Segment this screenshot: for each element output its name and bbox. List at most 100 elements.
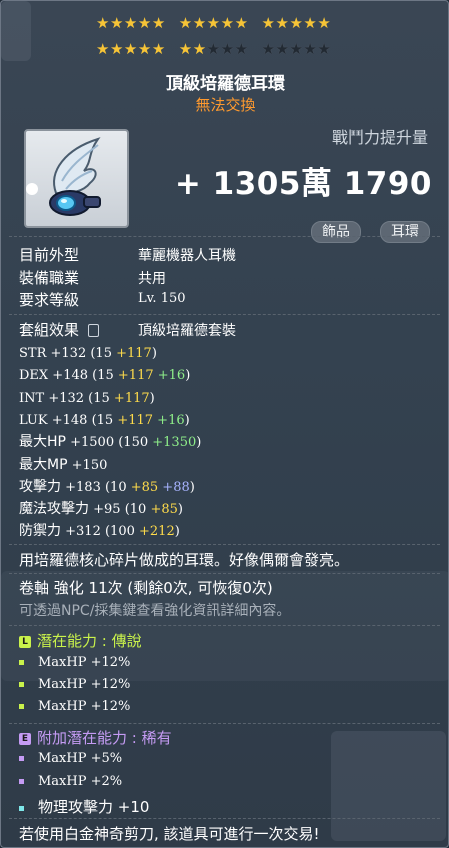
stat-total: +1500 bbox=[65, 435, 119, 451]
item-description: 用培羅德核心碎片做成的耳環。好像偶爾會發亮。 bbox=[19, 551, 350, 569]
stat-close: ) bbox=[196, 435, 202, 451]
bullet-icon bbox=[19, 682, 24, 687]
star-filled-icon: ★ bbox=[137, 40, 152, 58]
set-effect-value: 頂級培羅德套裝 bbox=[138, 323, 236, 339]
info-label-job: 裝備職業 bbox=[19, 269, 80, 287]
star-empty-icon: ★ bbox=[289, 40, 304, 58]
star-empty-icon: ★ bbox=[303, 40, 318, 58]
star-group: ★★★★★ bbox=[262, 41, 332, 57]
star-empty-icon: ★ bbox=[234, 40, 249, 58]
bullet-icon bbox=[19, 660, 24, 665]
stat-bonus-scroll: +85 bbox=[130, 479, 159, 495]
stat-name: 最大MP bbox=[19, 456, 68, 473]
stat-close: ) bbox=[185, 368, 191, 384]
stat-total: +132 bbox=[46, 346, 91, 361]
potential-header: L 潛在能力 : 傳說 bbox=[19, 630, 142, 651]
potential-line: MaxHP +2% bbox=[19, 774, 122, 789]
stat-row: 最大MP +150 bbox=[19, 456, 107, 475]
star-filled-icon: ★ bbox=[123, 14, 138, 32]
star-filled-icon: ★ bbox=[303, 14, 318, 32]
star-filled-icon: ★ bbox=[289, 14, 304, 32]
stat-row: 防禦力 +312 (100 +212) bbox=[19, 522, 180, 541]
potential-line: MaxHP +12% bbox=[19, 699, 130, 714]
stat-bonus-scroll: +117 bbox=[117, 368, 154, 384]
star-filled-icon: ★ bbox=[234, 14, 249, 32]
stat-total: +312 bbox=[61, 524, 105, 540]
star-force-row-1: ★★★★★ ★★★★★ ★★★★★ bbox=[96, 15, 344, 31]
divider bbox=[9, 314, 440, 315]
stat-total: +132 bbox=[44, 390, 89, 406]
bullet-icon bbox=[19, 704, 24, 709]
stat-row: INT +132 (15 +117) bbox=[19, 389, 155, 408]
stat-row: DEX +148 (15 +117 +16) bbox=[19, 366, 190, 385]
star-empty-icon: ★ bbox=[220, 40, 235, 58]
stat-name: DEX bbox=[19, 368, 49, 384]
stat-base: (15 bbox=[92, 368, 118, 384]
divider bbox=[9, 544, 440, 545]
stat-bonus-scroll: +212 bbox=[139, 524, 175, 540]
stat-bonus-flame: +1350 bbox=[152, 435, 197, 451]
star-filled-icon: ★ bbox=[192, 40, 207, 58]
star-group: ★★★★★ bbox=[262, 15, 332, 31]
stat-name: 攻擊力 bbox=[19, 478, 61, 495]
star-filled-icon: ★ bbox=[178, 40, 193, 58]
star-filled-icon: ★ bbox=[317, 14, 332, 32]
star-filled-icon: ★ bbox=[109, 14, 124, 32]
divider bbox=[9, 236, 440, 237]
item-icon-frame bbox=[24, 129, 129, 228]
divider bbox=[9, 723, 440, 724]
stat-base: (15 bbox=[91, 412, 118, 428]
stat-close: ) bbox=[184, 412, 190, 428]
potential-line: 物理攻擊力 +10 bbox=[19, 796, 149, 817]
star-group: ★★★★★ bbox=[179, 41, 249, 57]
star-filled-icon: ★ bbox=[96, 14, 110, 32]
power-increase-value: + 1305萬 1790 bbox=[174, 166, 432, 202]
star-empty-icon: ★ bbox=[317, 40, 332, 58]
star-filled-icon: ★ bbox=[220, 14, 235, 32]
info-label-level: 要求等級 bbox=[19, 291, 80, 309]
star-filled-icon: ★ bbox=[178, 14, 193, 32]
stat-row: 魔法攻擊力 +95 (10 +85) bbox=[19, 500, 183, 519]
star-filled-icon: ★ bbox=[151, 14, 166, 32]
stat-name: 魔法攻擊力 bbox=[19, 501, 89, 518]
info-value-level: Lv. 150 bbox=[138, 291, 186, 306]
stat-bonus-scroll: +117 bbox=[116, 346, 152, 361]
star-group: ★★★★★ bbox=[179, 15, 249, 31]
potential-line: MaxHP +5% bbox=[19, 751, 122, 766]
set-effect-label: 套組效果 bbox=[19, 319, 99, 340]
star-empty-icon: ★ bbox=[275, 40, 290, 58]
stat-name: INT bbox=[19, 390, 45, 406]
stat-row: STR +132 (15 +117) bbox=[19, 344, 157, 363]
star-empty-icon: ★ bbox=[261, 40, 276, 58]
stat-total: +148 bbox=[47, 412, 92, 428]
stat-base: (10 bbox=[124, 502, 151, 518]
bullet-icon bbox=[19, 756, 24, 761]
star-group: ★★★★★ bbox=[96, 15, 166, 31]
divider bbox=[9, 625, 440, 626]
star-filled-icon: ★ bbox=[192, 14, 207, 32]
star-filled-icon: ★ bbox=[96, 40, 110, 58]
item-tooltip: ★★★★★ ★★★★★ ★★★★★ ★★★★★ ★★★★★ ★★★★★ 頂級培羅德耳環 … bbox=[0, 0, 449, 848]
stat-total: +183 bbox=[61, 479, 105, 495]
stat-name: 最大HP bbox=[19, 434, 66, 451]
item-name: 頂級培羅德耳環 bbox=[166, 74, 285, 94]
rare-badge-icon: E bbox=[19, 732, 31, 745]
stat-total: +148 bbox=[48, 368, 93, 384]
stat-row: LUK +148 (15 +117 +16) bbox=[19, 411, 190, 430]
stat-total: +95 bbox=[89, 502, 125, 518]
additional-potential-header: E 附加潛在能力 : 稀有 bbox=[19, 727, 172, 748]
trade-hint: 若使用白金神奇剪刀, 該道具可進行一次交易! bbox=[19, 825, 320, 843]
stat-close: ) bbox=[177, 502, 183, 518]
legendary-badge-icon: L bbox=[19, 635, 31, 648]
star-filled-icon: ★ bbox=[123, 40, 138, 58]
stat-base: (15 bbox=[90, 346, 117, 361]
stat-base: (150 bbox=[118, 435, 153, 451]
star-filled-icon: ★ bbox=[261, 14, 276, 32]
stat-base: (100 bbox=[104, 524, 140, 540]
stat-close: ) bbox=[189, 479, 195, 495]
stat-total: +150 bbox=[67, 457, 108, 473]
stat-bonus-scroll: +85 bbox=[150, 502, 178, 518]
scroll-info: 卷軸 強化 11次 (剩餘0次, 可恢復0次) bbox=[19, 579, 273, 597]
star-filled-icon: ★ bbox=[137, 14, 152, 32]
trade-status: 無法交換 bbox=[195, 96, 256, 114]
